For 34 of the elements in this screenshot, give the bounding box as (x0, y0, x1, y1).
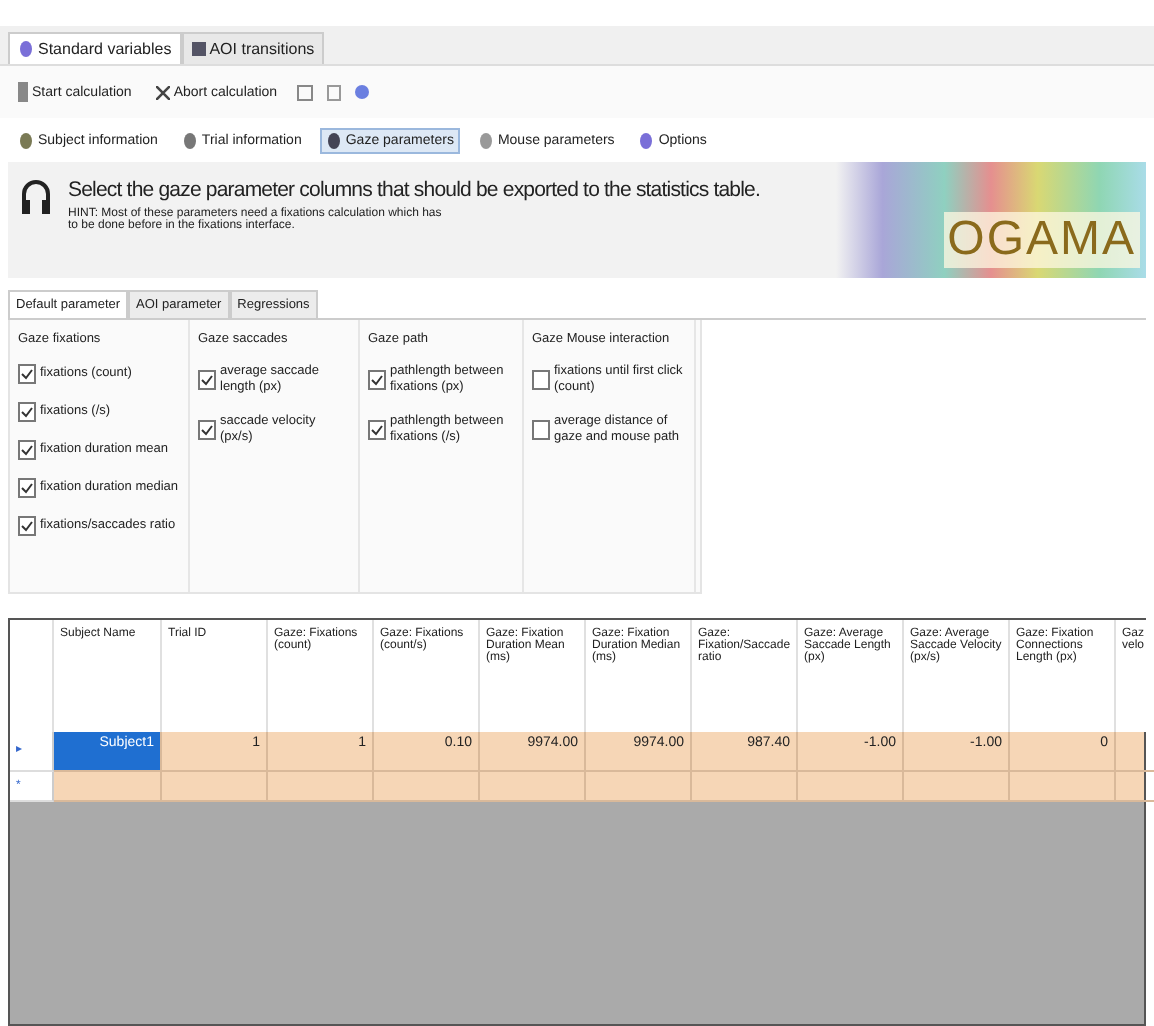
circle-icon (477, 131, 494, 149)
circle-icon (181, 131, 198, 149)
table-cell (798, 772, 904, 802)
checkbox[interactable] (18, 440, 36, 460)
checkbox[interactable] (198, 420, 216, 440)
circle-icon (638, 131, 655, 149)
checkbox[interactable] (18, 364, 36, 384)
checkbox[interactable] (532, 420, 550, 440)
checkbox[interactable] (532, 370, 550, 390)
checkbox[interactable] (198, 370, 216, 390)
table-cell (904, 772, 1010, 802)
logo-text: OGAMA (943, 212, 1140, 268)
table-cell (586, 772, 692, 802)
checkbox[interactable] (18, 478, 36, 498)
table-cell (162, 772, 268, 802)
checkbox[interactable] (368, 370, 386, 390)
table-cell (374, 772, 480, 802)
circle-icon (18, 131, 34, 149)
table-cell (480, 772, 586, 802)
checkbox[interactable] (368, 420, 386, 440)
close-icon (155, 85, 170, 99)
circle-icon (18, 40, 34, 58)
table-cell (692, 772, 798, 802)
tab[interactable]: Standard variables (8, 32, 182, 64)
battery-icon (18, 82, 28, 102)
checkbox[interactable] (18, 402, 36, 422)
header-title: Select the gaze parameter columns that should be exported to the statistics table. (68, 178, 761, 202)
grid-icon (191, 42, 206, 56)
headphones-icon (20, 178, 52, 218)
table-cell (268, 772, 374, 802)
circle-icon (325, 131, 342, 149)
table-cell (1010, 772, 1116, 802)
tab[interactable]: AOI transitions (181, 32, 325, 64)
checkbox[interactable] (18, 516, 36, 536)
